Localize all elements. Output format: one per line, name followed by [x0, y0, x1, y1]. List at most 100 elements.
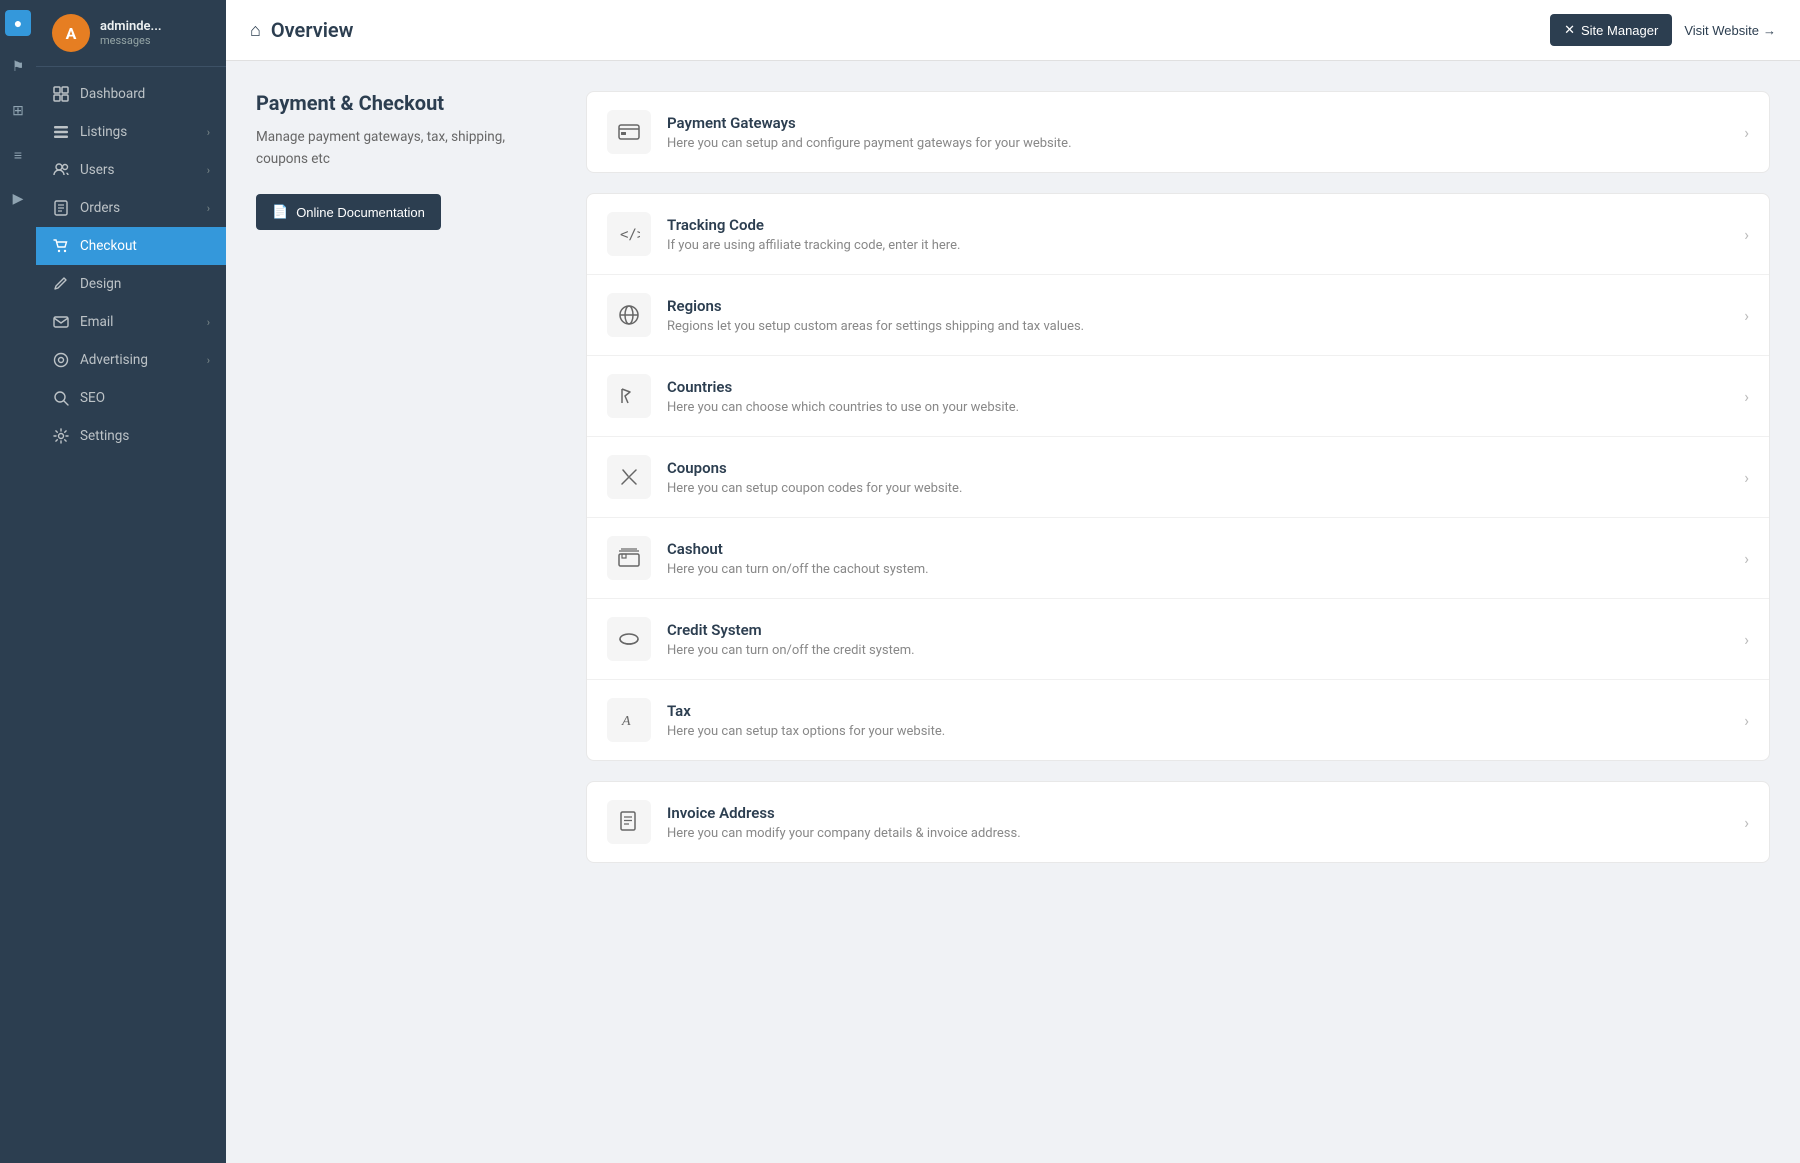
avatar: A [52, 14, 90, 52]
regions-text: Regions Regions let you setup custom are… [667, 297, 1744, 334]
invoice-address-text: Invoice Address Here you can modify your… [667, 804, 1744, 841]
regions-arrow-icon: › [1744, 306, 1749, 325]
countries-arrow-icon: › [1744, 387, 1749, 406]
email-arrow-icon: › [207, 316, 210, 329]
tracking-code-icon: </> [607, 212, 651, 256]
regions-desc: Regions let you setup custom areas for s… [667, 319, 1744, 334]
sidebar-item-design[interactable]: Design [36, 265, 226, 303]
payment-gateways-title: Payment Gateways [667, 114, 1744, 132]
sidebar-item-settings[interactable]: Settings [36, 417, 226, 455]
countries-icon [607, 374, 651, 418]
card-item-payment-gateways[interactable]: Payment Gateways Here you can setup and … [587, 92, 1769, 172]
tax-icon: A [607, 698, 651, 742]
coupons-text: Coupons Here you can setup coupon codes … [667, 459, 1744, 496]
svg-text:A: A [621, 714, 631, 729]
sidebar-item-users[interactable]: Users › [36, 151, 226, 189]
sidebar-header: A adminde... messages [36, 0, 226, 67]
sidebar-item-email[interactable]: Email › [36, 303, 226, 341]
orders-arrow-icon: › [207, 202, 210, 215]
email-icon [52, 313, 70, 331]
coupons-desc: Here you can setup coupon codes for your… [667, 481, 1744, 496]
advertising-arrow-icon: › [207, 354, 210, 367]
sidebar-item-seo[interactable]: SEO [36, 379, 226, 417]
visit-website-arrow-icon: → [1763, 23, 1776, 38]
sidebar-item-users-label: Users [80, 162, 197, 178]
tracking-code-arrow-icon: › [1744, 225, 1749, 244]
sidebar-item-checkout-label: Checkout [80, 238, 210, 254]
card-item-credit-system[interactable]: Credit System Here you can turn on/off t… [587, 599, 1769, 680]
card-item-tracking-code[interactable]: </> Tracking Code If you are using affil… [587, 194, 1769, 275]
card-item-tax[interactable]: A Tax Here you can setup tax options for… [587, 680, 1769, 760]
card-item-cashout[interactable]: Cashout Here you can turn on/off the cac… [587, 518, 1769, 599]
tracking-code-desc: If you are using affiliate tracking code… [667, 238, 1744, 253]
listings-icon [52, 123, 70, 141]
tracking-code-title: Tracking Code [667, 216, 1744, 234]
right-panel: Payment Gateways Here you can setup and … [586, 91, 1770, 1133]
card-group-1: Payment Gateways Here you can setup and … [586, 91, 1770, 173]
topbar: ⌂ Overview ✕ Site Manager Visit Website … [226, 0, 1800, 61]
sidebar-messages[interactable]: messages [100, 34, 162, 47]
sidebar-item-settings-label: Settings [80, 428, 210, 444]
settings-icon [52, 427, 70, 445]
sidebar-user-info: adminde... messages [100, 19, 162, 47]
sidebar: A adminde... messages Dashboard Listings… [36, 0, 226, 1163]
coupons-arrow-icon: › [1744, 468, 1749, 487]
invoice-address-title: Invoice Address [667, 804, 1744, 822]
sidebar-item-email-label: Email [80, 314, 197, 330]
countries-text: Countries Here you can choose which coun… [667, 378, 1744, 415]
svg-text:</>: </> [620, 227, 640, 243]
sidebar-item-checkout[interactable]: Checkout [36, 227, 226, 265]
users-arrow-icon: › [207, 164, 210, 177]
icon-bar-item-1[interactable]: ● [5, 10, 31, 36]
coupons-icon [607, 455, 651, 499]
content-area: Payment & Checkout Manage payment gatewa… [226, 61, 1800, 1163]
sidebar-item-advertising-label: Advertising [80, 352, 197, 368]
main-area: ⌂ Overview ✕ Site Manager Visit Website … [226, 0, 1800, 1163]
icon-bar-item-2[interactable]: ⚑ [5, 54, 31, 80]
sidebar-item-listings[interactable]: Listings › [36, 113, 226, 151]
card-item-invoice-address[interactable]: Invoice Address Here you can modify your… [587, 782, 1769, 862]
listings-arrow-icon: › [207, 126, 210, 139]
card-item-countries[interactable]: Countries Here you can choose which coun… [587, 356, 1769, 437]
tax-text: Tax Here you can setup tax options for y… [667, 702, 1744, 739]
credit-system-arrow-icon: › [1744, 630, 1749, 649]
sidebar-item-dashboard[interactable]: Dashboard [36, 75, 226, 113]
cashout-text: Cashout Here you can turn on/off the cac… [667, 540, 1744, 577]
coupons-title: Coupons [667, 459, 1744, 477]
countries-title: Countries [667, 378, 1744, 396]
documentation-button[interactable]: 📄 Online Documentation [256, 194, 441, 230]
tax-desc: Here you can setup tax options for your … [667, 724, 1744, 739]
page-title: Overview [271, 18, 354, 42]
card-item-regions[interactable]: Regions Regions let you setup custom are… [587, 275, 1769, 356]
countries-desc: Here you can choose which countries to u… [667, 400, 1744, 415]
cashout-title: Cashout [667, 540, 1744, 558]
tracking-code-text: Tracking Code If you are using affiliate… [667, 216, 1744, 253]
users-icon [52, 161, 70, 179]
cashout-arrow-icon: › [1744, 549, 1749, 568]
design-icon [52, 275, 70, 293]
doc-icon: 📄 [272, 204, 288, 220]
icon-bar: ● ⚑ ⊞ ≡ ▶ [0, 0, 36, 1163]
left-panel: Payment & Checkout Manage payment gatewa… [256, 91, 556, 1133]
regions-icon [607, 293, 651, 337]
sidebar-item-advertising[interactable]: Advertising › [36, 341, 226, 379]
site-manager-label: Site Manager [1581, 23, 1658, 38]
icon-bar-item-3[interactable]: ⊞ [5, 98, 31, 124]
visit-website-button[interactable]: Visit Website → [1684, 23, 1776, 38]
icon-bar-item-4[interactable]: ≡ [5, 142, 31, 168]
sidebar-item-orders[interactable]: Orders › [36, 189, 226, 227]
sidebar-item-design-label: Design [80, 276, 210, 292]
credit-system-icon [607, 617, 651, 661]
seo-icon [52, 389, 70, 407]
icon-bar-item-5[interactable]: ▶ [5, 186, 31, 212]
orders-icon [52, 199, 70, 217]
invoice-address-icon [607, 800, 651, 844]
card-item-coupons[interactable]: Coupons Here you can setup coupon codes … [587, 437, 1769, 518]
card-group-2: </> Tracking Code If you are using affil… [586, 193, 1770, 761]
section-description: Manage payment gateways, tax, shipping, … [256, 127, 556, 170]
sidebar-username: adminde... [100, 19, 162, 34]
sidebar-item-seo-label: SEO [80, 390, 210, 406]
cashout-desc: Here you can turn on/off the cachout sys… [667, 562, 1744, 577]
site-manager-button[interactable]: ✕ Site Manager [1550, 14, 1672, 46]
sidebar-item-orders-label: Orders [80, 200, 197, 216]
